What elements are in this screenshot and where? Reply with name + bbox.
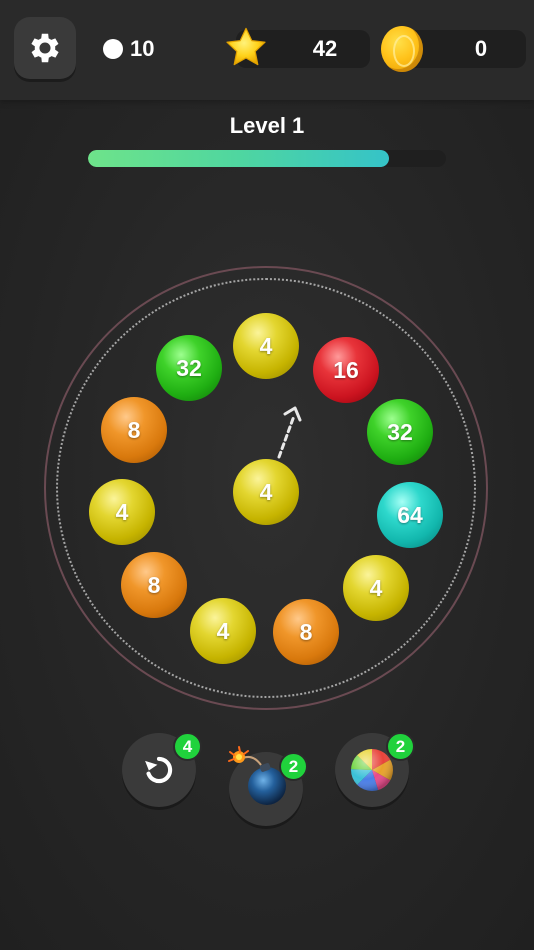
ring-ball: 4 bbox=[233, 313, 299, 379]
ring-ball: 4 bbox=[343, 555, 409, 621]
ring-ball: 8 bbox=[273, 599, 339, 665]
rainbow-count-badge: 2 bbox=[386, 732, 415, 761]
ring-ball: 64 bbox=[377, 482, 443, 548]
undo-icon bbox=[145, 756, 173, 784]
ring-ball: 4 bbox=[190, 598, 256, 664]
bomb-icon bbox=[228, 746, 286, 805]
ring-ball: 32 bbox=[156, 335, 222, 401]
ring-ball: 8 bbox=[101, 397, 167, 463]
undo-count-badge: 4 bbox=[173, 732, 202, 761]
ring-ball: 16 bbox=[313, 337, 379, 403]
ring-ball: 4 bbox=[89, 479, 155, 545]
ring-ball: 8 bbox=[121, 552, 187, 618]
ring-ball: 32 bbox=[367, 399, 433, 465]
bomb-count-badge: 2 bbox=[279, 752, 308, 781]
shooter-ball[interactable]: 4 bbox=[233, 459, 299, 525]
